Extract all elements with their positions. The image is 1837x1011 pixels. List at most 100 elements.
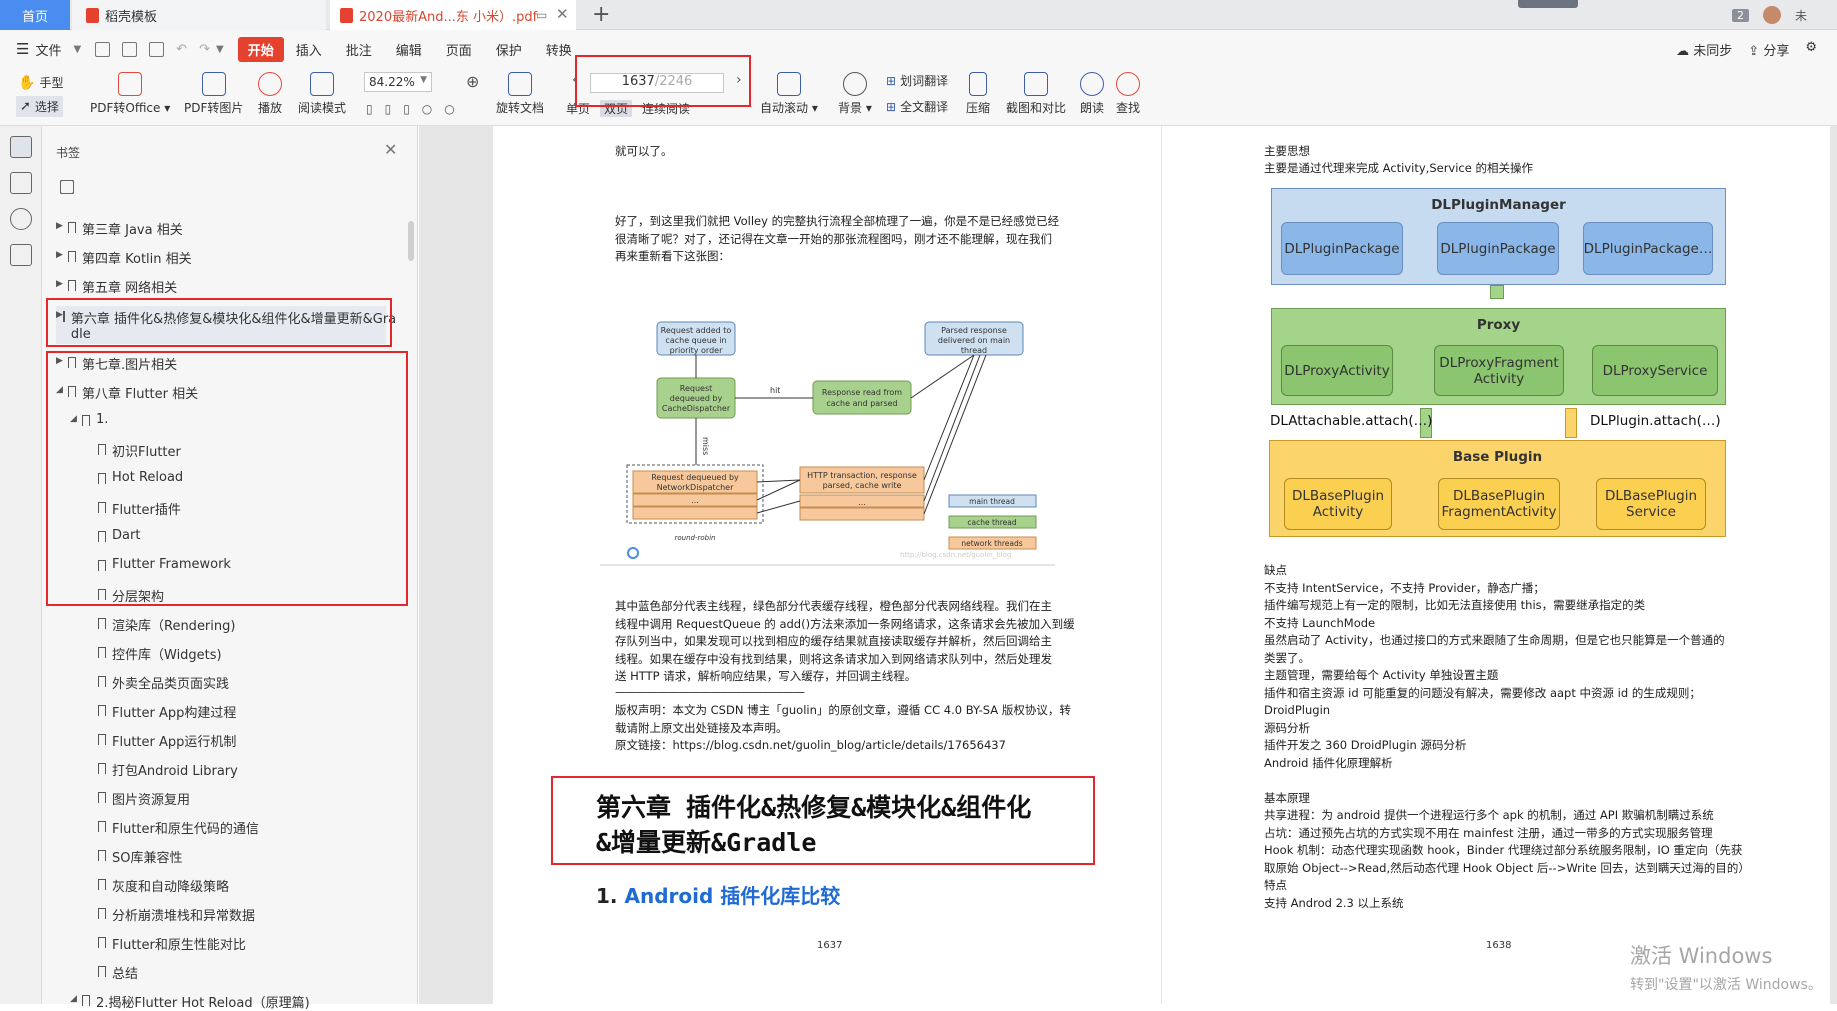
more-icon[interactable]: ▼ <box>216 44 224 55</box>
collapse-arrow-icon[interactable]: ◢ <box>70 994 82 1004</box>
bookmark-item[interactable]: 控件库（Widgets) <box>86 644 222 663</box>
expand-arrow-icon[interactable]: ▶ <box>56 221 68 231</box>
bookmark-item[interactable]: 图片资源复用 <box>86 789 190 808</box>
hamburger-icon[interactable]: ☰ <box>16 40 29 58</box>
menu-edit[interactable]: 编辑 <box>396 40 422 59</box>
sync-button[interactable]: ☁ 未同步 <box>1676 40 1732 59</box>
read-aloud-button[interactable]: 朗读 <box>1080 72 1104 116</box>
full-translate-button[interactable]: ⊞ 全文翻译 <box>886 98 948 115</box>
base-fragment-label-1: DLBasePlugin <box>1452 488 1546 504</box>
tab-close-icon[interactable]: ✕ <box>556 5 569 23</box>
pdf-to-office-button[interactable]: PDF转Office ▾ <box>90 72 170 116</box>
bookmark-item[interactable]: 灰度和自动降级策略 <box>86 876 229 895</box>
undo-icon[interactable]: ↶ <box>176 42 187 57</box>
print-icon[interactable] <box>149 41 165 57</box>
chevron-down-icon[interactable]: ▼ <box>73 44 81 55</box>
text-line: 插件开发之 360 DroidPlugin 源码分析 <box>1264 738 1467 752</box>
redo-icon[interactable]: ↷ <box>199 42 210 57</box>
tab-detach-icon[interactable]: ▭ <box>536 8 547 22</box>
bookmark-item[interactable]: Flutter和原生代码的通信 <box>86 818 259 837</box>
menu-insert[interactable]: 插入 <box>296 40 322 59</box>
bookmark-item[interactable]: SO库兼容性 <box>86 847 183 866</box>
bookmark-item[interactable]: 总结 <box>86 963 138 982</box>
bookmark-item[interactable]: Flutter App构建过程 <box>86 702 236 721</box>
avatar[interactable] <box>1762 6 1781 24</box>
tab-template[interactable]: 稻壳模板 <box>72 0 326 30</box>
read-mode-button[interactable]: 阅读模式 <box>298 72 346 116</box>
tab-pdf-document[interactable]: 2020最新And...东 小米）.pdf ▭ ✕ <box>330 0 576 30</box>
window-count-badge[interactable]: 2 <box>1731 8 1749 22</box>
word-translate-button[interactable]: ⊞ 划词翻译 <box>886 72 948 89</box>
expand-arrow-icon[interactable]: ▶ <box>56 250 68 260</box>
text-line: Hook 机制：动态代理实现函数 hook，Binder 代理绕过部分系统服务限… <box>1264 843 1743 857</box>
bookmark-item[interactable]: ▶ 第五章 网络相关 <box>56 277 177 296</box>
screenshot-compare-button[interactable]: 截图和对比 <box>1006 72 1066 116</box>
plugin-attach-label: DLPlugin.attach(…) <box>1590 413 1721 429</box>
bookmark-item[interactable]: 打包Android Library <box>86 760 238 779</box>
bookmark-item[interactable]: ▶ 第三章 Java 相关 <box>56 219 183 238</box>
diagram-text-nd-2: NetworkDispatcher <box>657 483 734 492</box>
bookmark-item[interactable]: Flutter和原生性能对比 <box>86 934 246 953</box>
select-tool-button[interactable]: ➚ 选择 <box>16 96 63 117</box>
user-name[interactable]: 未 <box>1795 7 1807 24</box>
screenshot-icon <box>1024 72 1048 96</box>
base-activity-label-2: Activity <box>1312 504 1364 520</box>
bookmark-icon <box>98 908 106 919</box>
share-button[interactable]: ⇪ 分享 <box>1748 40 1789 59</box>
bookmark-options-icon[interactable] <box>60 180 74 194</box>
open-icon[interactable] <box>95 41 111 57</box>
highlight-chapter-heading-box <box>551 776 1095 865</box>
menu-page[interactable]: 页面 <box>446 40 472 59</box>
watermark-line-1: 激活 Windows <box>1630 944 1773 968</box>
hand-label: 手型 <box>39 76 64 90</box>
bookmark-label: Flutter App构建过程 <box>112 706 237 721</box>
play-button[interactable]: 播放 <box>258 72 282 116</box>
bookmark-item[interactable]: 渲染库（Rendering) <box>86 615 235 634</box>
text-line: 载请附上原文出处链接及本声明。 <box>615 720 788 735</box>
signature-icon[interactable] <box>9 244 32 266</box>
thumbnail-panel-icon[interactable] <box>9 172 32 194</box>
menu-file[interactable]: 文件 <box>35 40 61 59</box>
panel-scrollbar[interactable] <box>408 221 414 261</box>
save-icon[interactable] <box>122 41 138 57</box>
bookmark-item[interactable]: ◢ 2.揭秘Flutter Hot Reload（原理篇) <box>70 992 310 1011</box>
view-tools-icons[interactable]: ▯▯▯○○ <box>366 102 467 116</box>
zoom-in-icon[interactable]: ⊕ <box>466 72 479 91</box>
bookmark-item[interactable]: Flutter App运行机制 <box>86 731 236 750</box>
close-icon[interactable]: ✕ <box>384 140 397 159</box>
auto-scroll-button[interactable]: 自动滚动 ▾ <box>760 72 818 116</box>
text-line: 源码分析 <box>1264 720 1310 735</box>
diagram-text-nd-1: Request dequeued by <box>651 473 739 482</box>
menu-protect[interactable]: 保护 <box>496 40 522 59</box>
tab-pdf-label: 2020最新And...东 小米）.pdf <box>359 9 538 25</box>
highlight-chapter6-box <box>46 298 392 347</box>
bookmark-panel-icon[interactable] <box>9 136 32 158</box>
background-button[interactable]: 背景 ▾ <box>838 72 872 116</box>
zoom-select[interactable]: 84.22% ▼ <box>364 72 432 92</box>
bookmark-item[interactable]: ▶ 第四章 Kotlin 相关 <box>56 248 192 267</box>
attachment-icon[interactable] <box>9 208 32 230</box>
bookmark-icon <box>98 966 106 977</box>
bookmark-item[interactable]: 分析崩溃堆栈和异常数据 <box>86 905 255 924</box>
proxy-activity-label: DLProxyActivity <box>1284 362 1390 379</box>
bookmark-icon <box>68 251 76 262</box>
legend-cache-thread: cache thread <box>967 518 1016 527</box>
hand-tool-button[interactable]: ✋ 手型 <box>18 74 63 91</box>
menu-annotate[interactable]: 批注 <box>346 40 372 59</box>
rotate-document-button[interactable]: 旋转文档 <box>496 72 544 116</box>
watermark-line-2: 转到"设置"以激活 Windows。 <box>1630 977 1822 993</box>
menu-convert[interactable]: 转换 <box>546 40 572 59</box>
share-icon: ⇪ <box>1748 44 1764 59</box>
pdf-to-image-button[interactable]: PDF转图片 <box>184 72 243 116</box>
new-tab-icon[interactable]: + <box>592 2 610 27</box>
tab-home[interactable]: 首页 <box>0 0 70 30</box>
settings-icon[interactable]: ⚙ <box>1805 40 1817 59</box>
expand-arrow-icon[interactable]: ▶ <box>56 279 68 289</box>
menu-start[interactable]: 开始 <box>237 36 284 62</box>
bookmark-label: 2.揭秘Flutter Hot Reload（原理篇) <box>96 996 310 1011</box>
bookmark-icon <box>98 937 106 948</box>
plugin-package-3-label: DLPluginPackage… <box>1583 240 1713 257</box>
compress-button[interactable]: 压缩 <box>966 72 990 116</box>
bookmark-item[interactable]: 外卖全品类页面实践 <box>86 673 229 692</box>
find-button[interactable]: 查找 <box>1116 72 1140 116</box>
